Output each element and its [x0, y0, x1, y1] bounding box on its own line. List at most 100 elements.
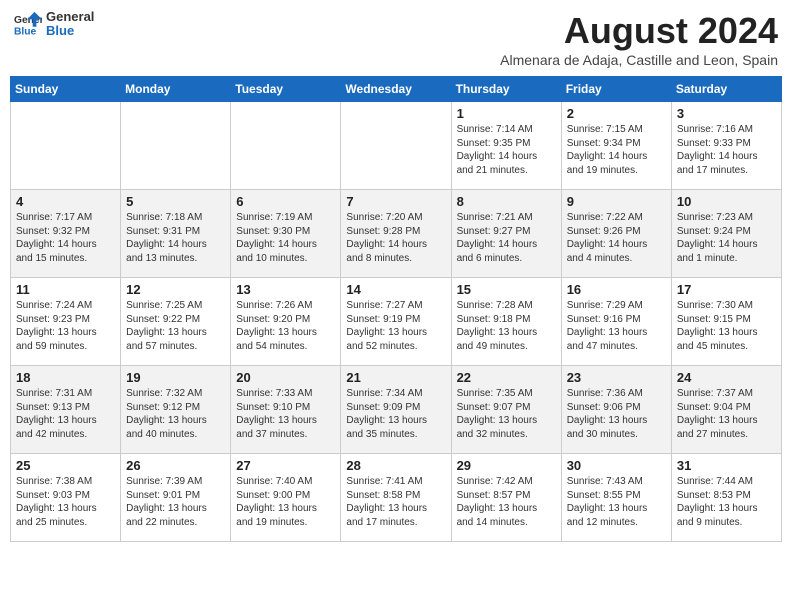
calendar-cell — [11, 102, 121, 190]
calendar-cell: 7 Sunrise: 7:20 AM Sunset: 9:28 PM Daylig… — [341, 190, 451, 278]
calendar-cell: 9Sunrise: 7:22 AM Sunset: 9:26 PM Daylig… — [561, 190, 671, 278]
day-info: Sunrise: 7:24 AM Sunset: 9:23 PM Dayligh… — [16, 299, 115, 353]
day-number: 19 — [126, 370, 225, 385]
day-number: 7 — [346, 194, 445, 209]
calendar-body: 1Sunrise: 7:14 AM Sunset: 9:35 PM Daylig… — [11, 102, 782, 542]
day-number: 12 — [126, 282, 225, 297]
day-number: 8 — [457, 194, 556, 209]
day-number: 31 — [677, 458, 776, 473]
day-number: 30 — [567, 458, 666, 473]
day-info: Sunrise: 7:25 AM Sunset: 9:22 PM Dayligh… — [126, 299, 225, 353]
day-info: Sunrise: 7:42 AM Sunset: 8:57 PM Dayligh… — [457, 475, 556, 529]
calendar-cell: 5Sunrise: 7:18 AM Sunset: 9:31 PM Daylig… — [121, 190, 231, 278]
calendar-header: SundayMondayTuesdayWednesdayThursdayFrid… — [11, 77, 782, 102]
day-number: 6 — [236, 194, 335, 209]
location-subtitle: Almenara de Adaja, Castille and Leon, Sp… — [500, 52, 778, 68]
weekday-header-thursday: Thursday — [451, 77, 561, 102]
calendar-week-3: 11 Sunrise: 7:24 AM Sunset: 9:23 PM Dayli… — [11, 278, 782, 366]
day-info: Sunrise: 7:41 AM Sunset: 8:58 PM Dayligh… — [346, 475, 445, 529]
day-info: Sunrise: 7:36 AM Sunset: 9:06 PM Dayligh… — [567, 387, 666, 441]
day-number: 2 — [567, 106, 666, 121]
day-info: Sunrise: 7:27 AM Sunset: 9:19 PM Dayligh… — [346, 299, 445, 353]
day-info: Sunrise: 7:19 AM Sunset: 9:30 PM Dayligh… — [236, 211, 335, 265]
calendar-cell: 26Sunrise: 7:39 AM Sunset: 9:01 PM Dayli… — [121, 454, 231, 542]
day-info: Sunrise: 7:35 AM Sunset: 9:07 PM Dayligh… — [457, 387, 556, 441]
day-info: Sunrise: 7:26 AM Sunset: 9:20 PM Dayligh… — [236, 299, 335, 353]
day-number: 1 — [457, 106, 556, 121]
weekday-header-saturday: Saturday — [671, 77, 781, 102]
day-number: 21 — [346, 370, 445, 385]
day-number: 16 — [567, 282, 666, 297]
calendar-cell: 25 Sunrise: 7:38 AM Sunset: 9:03 PM Dayli… — [11, 454, 121, 542]
weekday-header-monday: Monday — [121, 77, 231, 102]
day-info: Sunrise: 7:20 AM Sunset: 9:28 PM Dayligh… — [346, 211, 445, 265]
day-info: Sunrise: 7:38 AM Sunset: 9:03 PM Dayligh… — [16, 475, 115, 529]
calendar-cell — [121, 102, 231, 190]
day-info: Sunrise: 7:40 AM Sunset: 9:00 PM Dayligh… — [236, 475, 335, 529]
calendar-cell: 30 Sunrise: 7:43 AM Sunset: 8:55 PM Dayli… — [561, 454, 671, 542]
calendar-cell: 14Sunrise: 7:27 AM Sunset: 9:19 PM Dayli… — [341, 278, 451, 366]
day-number: 23 — [567, 370, 666, 385]
weekday-header-friday: Friday — [561, 77, 671, 102]
day-number: 29 — [457, 458, 556, 473]
weekday-header-sunday: Sunday — [11, 77, 121, 102]
calendar-week-1: 1Sunrise: 7:14 AM Sunset: 9:35 PM Daylig… — [11, 102, 782, 190]
day-info: Sunrise: 7:17 AM Sunset: 9:32 PM Dayligh… — [16, 211, 115, 265]
day-number: 22 — [457, 370, 556, 385]
day-info: Sunrise: 7:33 AM Sunset: 9:10 PM Dayligh… — [236, 387, 335, 441]
day-info: Sunrise: 7:15 AM Sunset: 9:34 PM Dayligh… — [567, 123, 666, 177]
weekday-header-wednesday: Wednesday — [341, 77, 451, 102]
day-number: 11 — [16, 282, 115, 297]
calendar-cell: 17 Sunrise: 7:30 AM Sunset: 9:15 PM Dayli… — [671, 278, 781, 366]
day-number: 15 — [457, 282, 556, 297]
calendar-cell: 18Sunrise: 7:31 AM Sunset: 9:13 PM Dayli… — [11, 366, 121, 454]
calendar-cell: 24Sunrise: 7:37 AM Sunset: 9:04 PM Dayli… — [671, 366, 781, 454]
logo-text-general: General — [46, 10, 94, 24]
day-number: 3 — [677, 106, 776, 121]
day-number: 5 — [126, 194, 225, 209]
page-header: General Blue General Blue August 2024 Al… — [10, 10, 782, 68]
header-row: SundayMondayTuesdayWednesdayThursdayFrid… — [11, 77, 782, 102]
calendar-cell: 27 Sunrise: 7:40 AM Sunset: 9:00 PM Dayli… — [231, 454, 341, 542]
day-number: 24 — [677, 370, 776, 385]
calendar-cell: 3Sunrise: 7:16 AM Sunset: 9:33 PM Daylig… — [671, 102, 781, 190]
calendar-cell: 31 Sunrise: 7:44 AM Sunset: 8:53 PM Dayli… — [671, 454, 781, 542]
day-number: 13 — [236, 282, 335, 297]
calendar-cell: 12 Sunrise: 7:25 AM Sunset: 9:22 PM Dayli… — [121, 278, 231, 366]
day-number: 17 — [677, 282, 776, 297]
day-number: 20 — [236, 370, 335, 385]
day-number: 25 — [16, 458, 115, 473]
calendar-cell: 15 Sunrise: 7:28 AM Sunset: 9:18 PM Dayli… — [451, 278, 561, 366]
day-info: Sunrise: 7:32 AM Sunset: 9:12 PM Dayligh… — [126, 387, 225, 441]
logo: General Blue General Blue — [14, 10, 94, 39]
calendar-cell: 1Sunrise: 7:14 AM Sunset: 9:35 PM Daylig… — [451, 102, 561, 190]
calendar-cell: 23 Sunrise: 7:36 AM Sunset: 9:06 PM Dayli… — [561, 366, 671, 454]
day-number: 26 — [126, 458, 225, 473]
day-number: 18 — [16, 370, 115, 385]
day-info: Sunrise: 7:30 AM Sunset: 9:15 PM Dayligh… — [677, 299, 776, 353]
calendar-cell — [231, 102, 341, 190]
day-info: Sunrise: 7:44 AM Sunset: 8:53 PM Dayligh… — [677, 475, 776, 529]
day-number: 28 — [346, 458, 445, 473]
calendar-week-4: 18Sunrise: 7:31 AM Sunset: 9:13 PM Dayli… — [11, 366, 782, 454]
calendar-cell: 20 Sunrise: 7:33 AM Sunset: 9:10 PM Dayli… — [231, 366, 341, 454]
day-info: Sunrise: 7:43 AM Sunset: 8:55 PM Dayligh… — [567, 475, 666, 529]
calendar-cell: 6 Sunrise: 7:19 AM Sunset: 9:30 PM Daylig… — [231, 190, 341, 278]
day-info: Sunrise: 7:29 AM Sunset: 9:16 PM Dayligh… — [567, 299, 666, 353]
calendar-cell: 10Sunrise: 7:23 AM Sunset: 9:24 PM Dayli… — [671, 190, 781, 278]
calendar-week-5: 25 Sunrise: 7:38 AM Sunset: 9:03 PM Dayli… — [11, 454, 782, 542]
day-info: Sunrise: 7:28 AM Sunset: 9:18 PM Dayligh… — [457, 299, 556, 353]
calendar-cell: 11 Sunrise: 7:24 AM Sunset: 9:23 PM Dayli… — [11, 278, 121, 366]
day-number: 4 — [16, 194, 115, 209]
title-block: August 2024 Almenara de Adaja, Castille … — [500, 10, 778, 68]
weekday-header-tuesday: Tuesday — [231, 77, 341, 102]
month-year-title: August 2024 — [500, 10, 778, 52]
calendar-cell: 8 Sunrise: 7:21 AM Sunset: 9:27 PM Daylig… — [451, 190, 561, 278]
calendar-cell: 4 Sunrise: 7:17 AM Sunset: 9:32 PM Daylig… — [11, 190, 121, 278]
svg-text:Blue: Blue — [14, 27, 37, 38]
day-info: Sunrise: 7:34 AM Sunset: 9:09 PM Dayligh… — [346, 387, 445, 441]
day-number: 27 — [236, 458, 335, 473]
calendar-table: SundayMondayTuesdayWednesdayThursdayFrid… — [10, 76, 782, 542]
logo-icon: General Blue — [14, 10, 42, 38]
day-info: Sunrise: 7:21 AM Sunset: 9:27 PM Dayligh… — [457, 211, 556, 265]
